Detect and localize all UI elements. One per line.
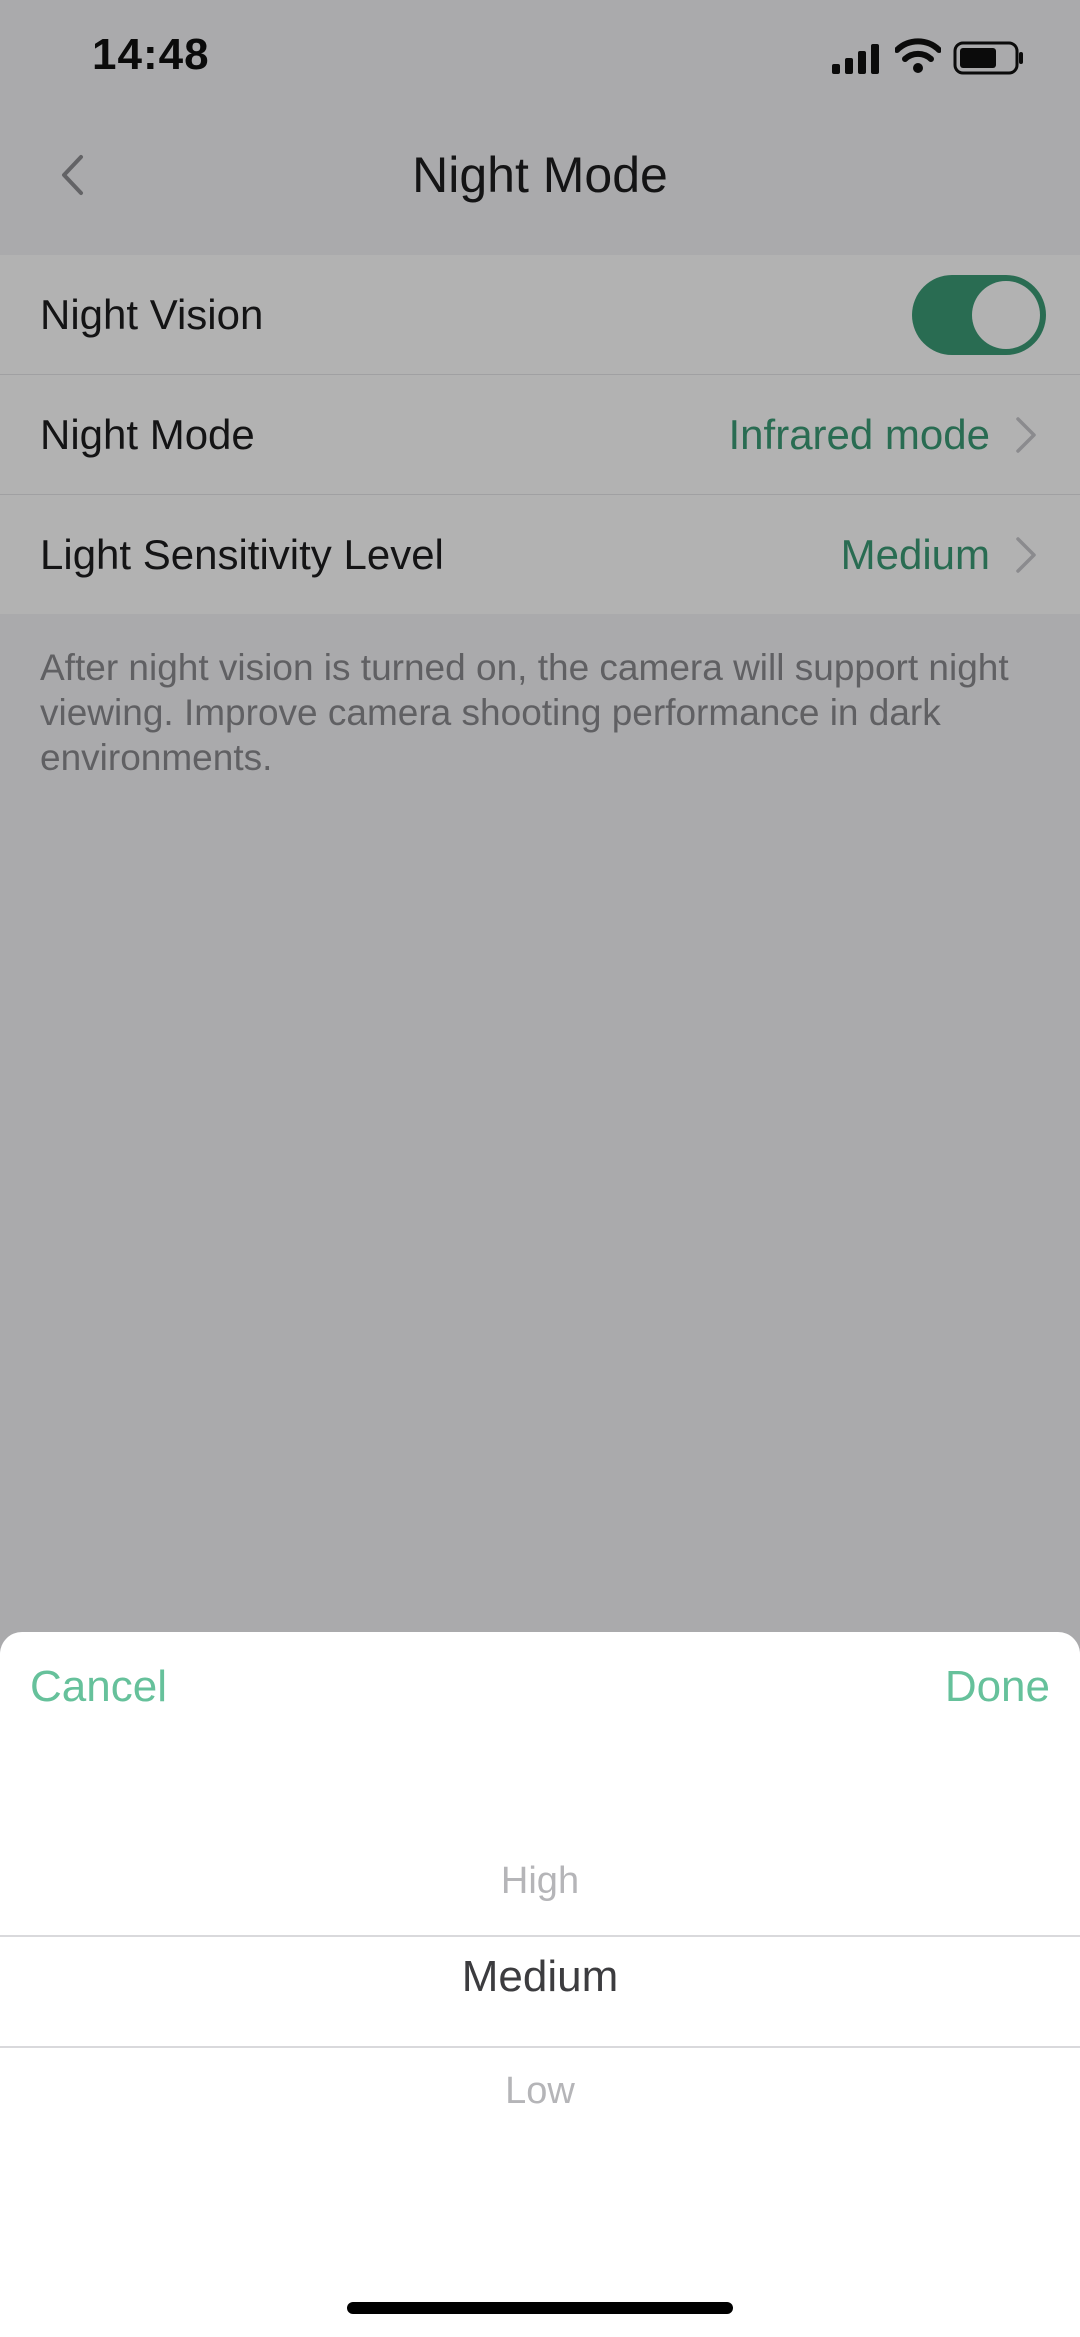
picker-option-medium[interactable]: Medium [0, 1952, 1080, 2002]
picker-selection-top-line [0, 1935, 1080, 1937]
picker-sheet: Cancel Done High Medium Low [0, 1632, 1080, 2337]
app-screen: 14:48 Night Mode Night Vision Night Mode… [0, 0, 1080, 2337]
picker-selection-bottom-line [0, 2046, 1080, 2048]
home-indicator [347, 2302, 733, 2314]
picker-option-low[interactable]: Low [0, 2070, 1080, 2113]
done-button[interactable]: Done [945, 1662, 1050, 1712]
cancel-button[interactable]: Cancel [30, 1662, 167, 1712]
picker-option-high[interactable]: High [0, 1860, 1080, 1903]
